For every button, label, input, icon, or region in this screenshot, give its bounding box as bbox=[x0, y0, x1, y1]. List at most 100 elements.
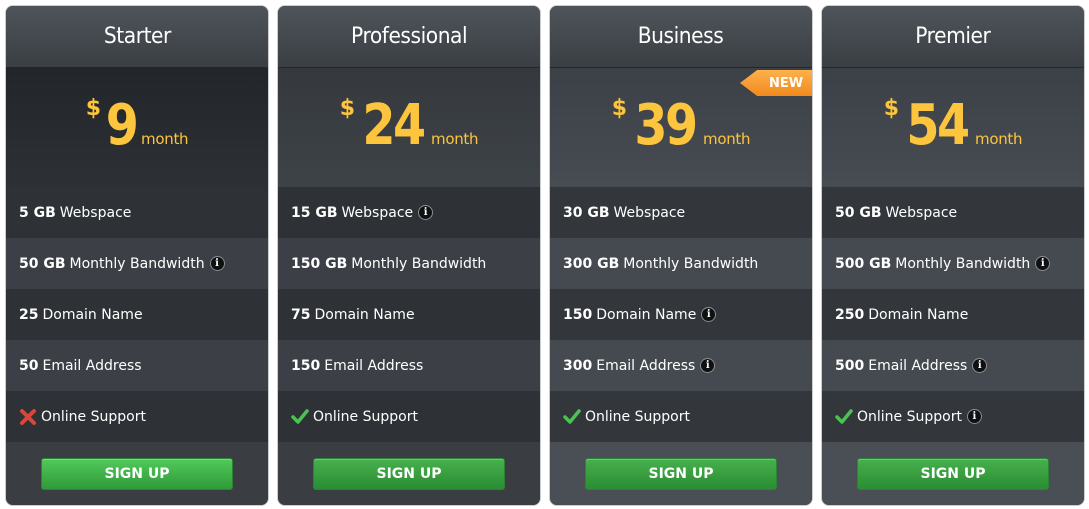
feature-email: 50 Email Address bbox=[6, 340, 268, 391]
feature-domain: 150 Domain Name i bbox=[550, 289, 812, 340]
feature-email: 500 Email Address i bbox=[822, 340, 1084, 391]
feature-support: Online Support bbox=[278, 391, 540, 442]
feature-label: Monthly Bandwidth bbox=[623, 255, 759, 272]
feature-label: Online Support bbox=[857, 408, 962, 425]
plan-price: $9 month bbox=[6, 94, 268, 158]
price-amount: 9 bbox=[105, 93, 139, 158]
price-period: month bbox=[703, 130, 751, 148]
price-area: NEW $39 month bbox=[550, 68, 812, 187]
feature-list: 30 GB Webspace 300 GB Monthly Bandwidth … bbox=[550, 187, 812, 442]
feature-qty: 15 GB bbox=[291, 204, 338, 221]
feature-qty: 300 GB bbox=[563, 255, 620, 272]
feature-support: Online Support bbox=[550, 391, 812, 442]
feature-qty: 50 GB bbox=[835, 204, 882, 221]
price-amount: 54 bbox=[906, 93, 970, 158]
plan-card-business: Business NEW $39 month 30 GB Webspace 300… bbox=[550, 6, 812, 505]
feature-label: Email Address bbox=[596, 357, 696, 374]
feature-list: 50 GB Webspace 500 GB Monthly Bandwidth … bbox=[822, 187, 1084, 442]
check-icon bbox=[291, 408, 309, 424]
feature-email: 300 Email Address i bbox=[550, 340, 812, 391]
plan-header: Starter bbox=[6, 6, 268, 68]
feature-label: Domain Name bbox=[868, 306, 969, 323]
price-period: month bbox=[431, 130, 479, 148]
feature-qty: 25 bbox=[19, 306, 39, 323]
feature-label: Webspace bbox=[613, 204, 686, 221]
feature-label: Webspace bbox=[885, 204, 958, 221]
price-area: $9 month bbox=[6, 68, 268, 187]
feature-qty: 30 GB bbox=[563, 204, 610, 221]
feature-label: Online Support bbox=[313, 408, 418, 425]
feature-bandwidth: 500 GB Monthly Bandwidth i bbox=[822, 238, 1084, 289]
feature-label: Monthly Bandwidth bbox=[351, 255, 487, 272]
price-currency: $ bbox=[611, 96, 628, 121]
plan-name: Professional bbox=[350, 24, 468, 49]
feature-label: Domain Name bbox=[314, 306, 415, 323]
plan-price: $24 month bbox=[278, 94, 540, 158]
info-icon[interactable]: i bbox=[210, 257, 224, 270]
plan-name: Starter bbox=[103, 24, 171, 49]
feature-list: 15 GB Webspace i 150 GB Monthly Bandwidt… bbox=[278, 187, 540, 442]
new-badge: NEW bbox=[740, 70, 812, 96]
feature-qty: 150 GB bbox=[291, 255, 348, 272]
sign-up-button[interactable]: SIGN UP bbox=[313, 457, 505, 490]
plan-price: $54 month bbox=[822, 94, 1084, 158]
pricing-tables: Starter $9 month 5 GB Webspace 50 GB Mont… bbox=[6, 6, 1086, 506]
feature-qty: 250 bbox=[835, 306, 865, 323]
feature-webspace: 15 GB Webspace i bbox=[278, 187, 540, 238]
feature-label: Online Support bbox=[41, 408, 146, 425]
plan-header: Premier bbox=[822, 6, 1084, 68]
feature-domain: 25 Domain Name bbox=[6, 289, 268, 340]
price-currency: $ bbox=[883, 96, 900, 121]
feature-label: Email Address bbox=[42, 357, 142, 374]
feature-label: Domain Name bbox=[42, 306, 143, 323]
sign-up-button[interactable]: SIGN UP bbox=[857, 457, 1049, 490]
feature-qty: 500 bbox=[835, 357, 865, 374]
feature-qty: 75 bbox=[291, 306, 311, 323]
feature-support: Online Support bbox=[6, 391, 268, 442]
feature-label: Monthly Bandwidth bbox=[895, 255, 1031, 272]
plan-card-starter: Starter $9 month 5 GB Webspace 50 GB Mont… bbox=[6, 6, 268, 505]
plan-footer: SIGN UP bbox=[550, 442, 812, 505]
sign-up-button[interactable]: SIGN UP bbox=[41, 457, 233, 490]
feature-label: Monthly Bandwidth bbox=[69, 255, 205, 272]
feature-email: 150 Email Address bbox=[278, 340, 540, 391]
price-area: $54 month bbox=[822, 68, 1084, 187]
feature-support: Online Support i bbox=[822, 391, 1084, 442]
feature-label: Email Address bbox=[868, 357, 968, 374]
plan-footer: SIGN UP bbox=[822, 442, 1084, 505]
feature-label: Webspace bbox=[341, 204, 414, 221]
feature-qty: 50 bbox=[19, 357, 39, 374]
plan-footer: SIGN UP bbox=[278, 442, 540, 505]
info-icon[interactable]: i bbox=[1036, 257, 1050, 270]
feature-qty: 150 bbox=[291, 357, 321, 374]
info-icon[interactable]: i bbox=[419, 206, 433, 219]
feature-webspace: 30 GB Webspace bbox=[550, 187, 812, 238]
feature-label: Domain Name bbox=[596, 306, 697, 323]
info-icon[interactable]: i bbox=[973, 359, 987, 372]
info-icon[interactable]: i bbox=[967, 410, 981, 423]
feature-bandwidth: 300 GB Monthly Bandwidth bbox=[550, 238, 812, 289]
feature-bandwidth: 50 GB Monthly Bandwidth i bbox=[6, 238, 268, 289]
feature-webspace: 50 GB Webspace bbox=[822, 187, 1084, 238]
feature-qty: 150 bbox=[563, 306, 593, 323]
sign-up-button[interactable]: SIGN UP bbox=[585, 457, 777, 490]
plan-name: Business bbox=[638, 24, 724, 49]
feature-label: Webspace bbox=[59, 204, 132, 221]
plan-name: Premier bbox=[915, 24, 991, 49]
price-period: month bbox=[141, 130, 189, 148]
feature-qty: 50 GB bbox=[19, 255, 66, 272]
cross-icon bbox=[20, 408, 36, 425]
plan-card-professional: Professional $24 month 15 GB Webspace i 1… bbox=[278, 6, 540, 505]
price-currency: $ bbox=[85, 96, 102, 121]
price-amount: 39 bbox=[634, 93, 698, 158]
plan-header: Business bbox=[550, 6, 812, 68]
info-icon[interactable]: i bbox=[701, 359, 715, 372]
info-icon[interactable]: i bbox=[702, 308, 716, 321]
feature-qty: 300 bbox=[563, 357, 593, 374]
feature-domain: 250 Domain Name bbox=[822, 289, 1084, 340]
price-period: month bbox=[975, 130, 1023, 148]
feature-bandwidth: 150 GB Monthly Bandwidth bbox=[278, 238, 540, 289]
price-amount: 24 bbox=[362, 93, 426, 158]
feature-label: Email Address bbox=[324, 357, 424, 374]
plan-price: $39 month bbox=[550, 94, 812, 158]
